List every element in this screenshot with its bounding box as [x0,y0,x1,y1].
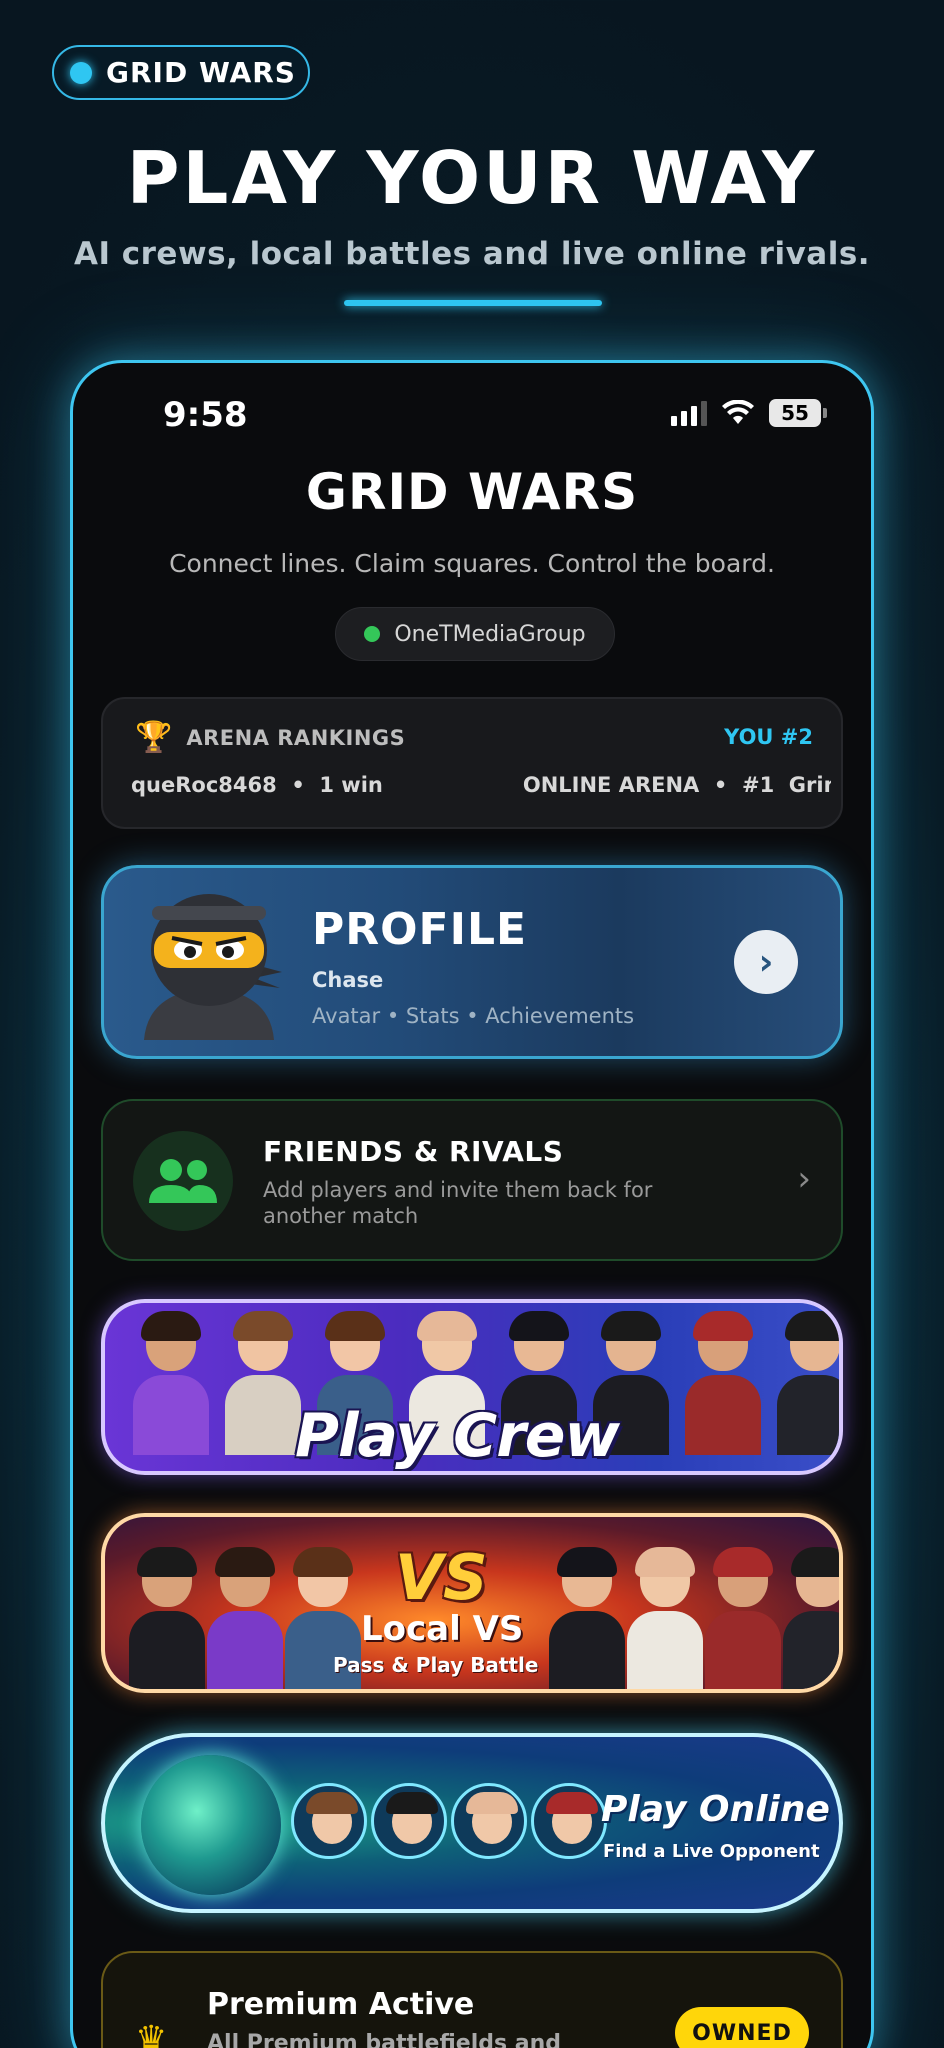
premium-card[interactable]: ♛ Premium Active All Premium battlefield… [101,1951,843,2048]
vs-label: VS [395,1541,488,1614]
friends-title: FRIENDS & RIVALS [263,1135,564,1168]
trophy-icon: 🏆 [135,720,173,755]
opponent-avatar [291,1783,367,1859]
opponent-avatar [531,1783,607,1859]
online-status-icon [364,626,381,642]
ticker-entry: queRoc8468 • 1 win [131,773,383,797]
friends-rivals-card[interactable]: FRIENDS & RIVALS Add players and invite … [101,1099,843,1261]
brand-pill: GRID WARS [52,45,310,100]
rankings-title: ARENA RANKINGS [186,726,406,750]
app-tagline: Connect lines. Claim squares. Control th… [169,549,775,578]
promo-divider [344,300,602,306]
play-online-sublabel: Find a Live Opponent [603,1841,820,1862]
premium-title: Premium Active [207,1987,475,2022]
chevron-right-icon: › [797,1159,811,1199]
play-online-button[interactable]: Play Online Find a Live Opponent [101,1733,843,1913]
brand-name: GRID WARS [106,56,296,89]
local-vs-sublabel: Pass & Play Battle [333,1653,539,1677]
profile-name: Chase [312,968,384,992]
arena-rankings-card[interactable]: 🏆 ARENA RANKINGS YOU #2 queRoc8468 • 1 w… [101,697,843,829]
play-crew-button[interactable]: Play Crew [101,1299,843,1475]
wifi-icon [722,400,754,424]
opponent-avatar [451,1783,527,1859]
app-title: GRID WARS [305,463,639,521]
play-online-label: Play Online [601,1789,830,1830]
chevron-right-icon[interactable]: › [734,930,798,994]
local-avatars-left [125,1547,361,1689]
play-crew-label: Play Crew [295,1401,620,1471]
user-chip-label: OneTMediaGroup [394,621,586,647]
phone-screen: 9:58 55 GRID WARS Connect lines. Claim s… [70,360,874,2048]
profile-card[interactable]: PROFILE Chase Avatar • Stats • Achieveme… [101,865,843,1059]
status-icons: 55 [671,399,827,427]
ninja-avatar-icon [144,894,282,1040]
friends-icon [133,1131,233,1231]
globe-icon [141,1755,281,1895]
local-vs-button[interactable]: VS Local VS Pass & Play Battle [101,1513,843,1693]
rankings-ticker: queRoc8468 • 1 win ONLINE ARENA • #1 Grim… [131,773,831,797]
friends-description: Add players and invite them back for ano… [263,1178,653,1228]
premium-description: All Premium battlefields and [207,2031,561,2048]
local-vs-label: Local VS [361,1609,524,1649]
owned-badge: OWNED [675,2007,809,2048]
battery-icon: 55 [769,399,827,427]
opponent-avatar [371,1783,447,1859]
promo-headline: PLAY YOUR WAY [126,136,818,220]
status-time: 9:58 [163,395,248,435]
profile-title: PROFILE [312,904,528,955]
user-chip[interactable]: OneTMediaGroup [335,607,615,661]
ticker-entry: ONLINE ARENA • #1 GrimM [522,773,831,797]
promo-subheadline: AI crews, local battles and live online … [73,236,871,272]
brand-dot-icon [70,61,92,84]
profile-meta: Avatar • Stats • Achievements [312,1004,635,1028]
your-rank: YOU #2 [724,725,813,749]
rankings-header: 🏆 ARENA RANKINGS [135,723,405,753]
local-avatars-right [545,1547,839,1689]
crown-icon: ♛ [135,2019,168,2048]
cellular-signal-icon [671,400,707,426]
